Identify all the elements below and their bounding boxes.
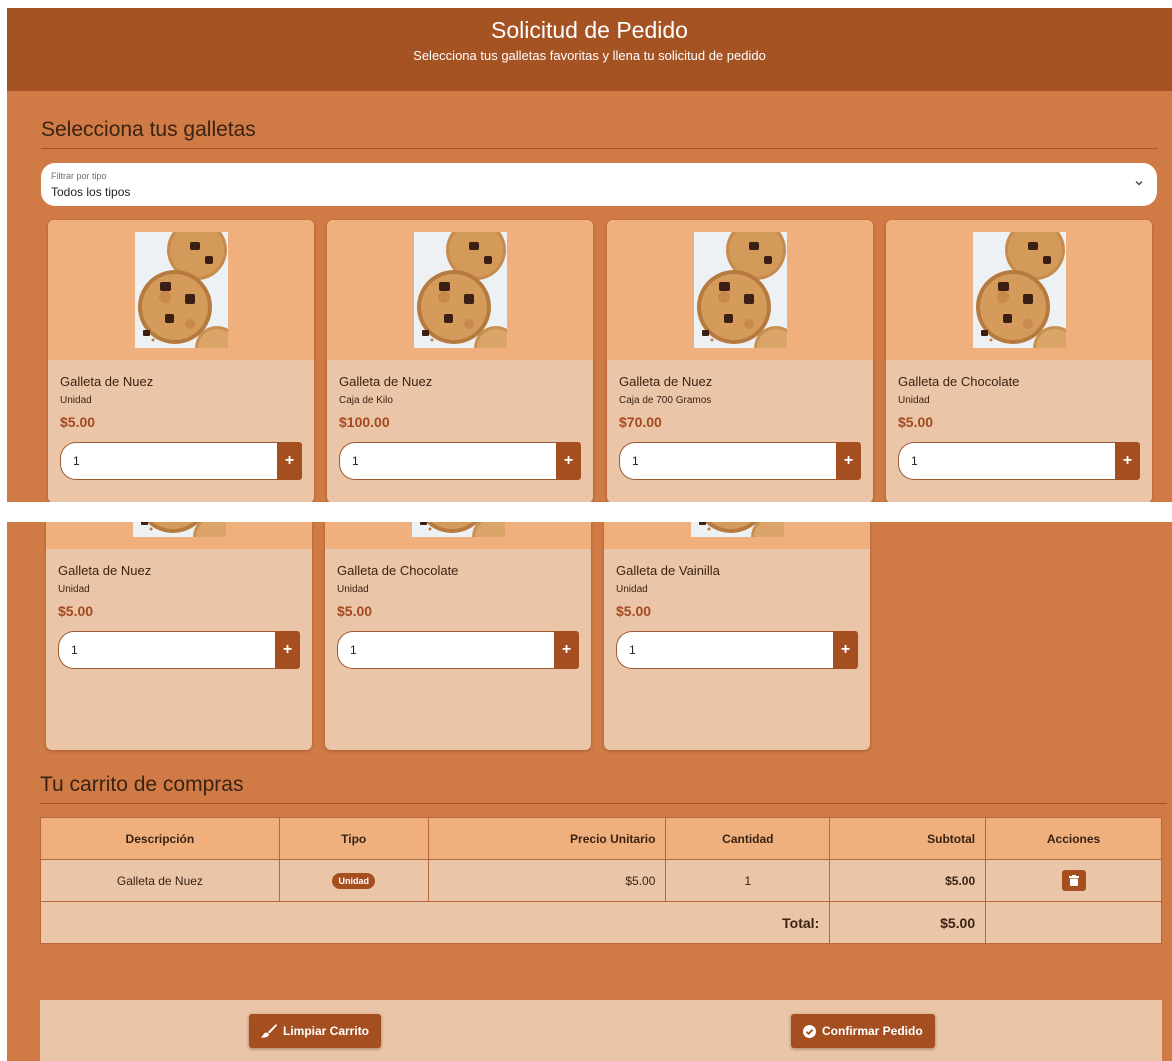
cell-tipo: Unidad — [278, 859, 429, 902]
product-image-area — [327, 220, 593, 360]
quantity-input[interactable]: 1 — [898, 442, 1116, 480]
total-value: $5.00 — [829, 901, 987, 944]
cell-subtotal: $5.00 — [829, 859, 987, 902]
cookie-image — [133, 522, 226, 537]
cell-descripcion: Galleta de Nuez — [40, 859, 280, 902]
product-image-area — [325, 522, 591, 549]
cart-table: Descripción Tipo Precio Unitario Cantida… — [39, 817, 1162, 944]
product-card: Galleta de Chocolate Unidad $5.00 1 + — [325, 522, 591, 750]
add-to-cart-button[interactable]: + — [554, 631, 579, 669]
product-card: Galleta de Nuez Caja de 700 Gramos $70.0… — [607, 220, 873, 502]
brush-icon — [261, 1024, 277, 1038]
page-subtitle: Selecciona tus galletas favoritas y llen… — [413, 48, 766, 63]
product-price: $100.00 — [339, 414, 390, 430]
cookie-image — [135, 232, 228, 348]
quantity-input[interactable]: 1 — [616, 631, 834, 669]
total-empty-cell — [985, 901, 1162, 944]
total-row: Total: $5.00 — [39, 901, 1162, 944]
product-image-area — [46, 522, 312, 549]
product-card: Galleta de Chocolate Unidad $5.00 1 + — [886, 220, 1152, 502]
product-image-area — [48, 220, 314, 360]
add-to-cart-button[interactable]: + — [275, 631, 300, 669]
product-image-area — [604, 522, 870, 549]
product-name: Galleta de Nuez — [619, 374, 713, 389]
add-to-cart-button[interactable]: + — [1115, 442, 1140, 480]
total-label: Total: — [39, 901, 831, 944]
column-header-tipo: Tipo — [278, 817, 429, 860]
column-header-descripcion: Descripción — [40, 817, 280, 860]
product-type: Unidad — [616, 584, 648, 595]
quantity-input[interactable]: 1 — [337, 631, 555, 669]
product-type: Unidad — [898, 395, 930, 406]
check-circle-icon — [803, 1024, 816, 1038]
section-title-carrito: Tu carrito de compras — [40, 773, 1167, 804]
product-price: $5.00 — [337, 603, 373, 619]
cell-precio: $5.00 — [427, 859, 667, 902]
cookie-image — [414, 232, 507, 348]
product-card: Galleta de Nuez Unidad $5.00 1 + — [46, 522, 312, 750]
product-name: Galleta de Vainilla — [616, 563, 720, 578]
product-price: $5.00 — [60, 414, 96, 430]
page-header: Solicitud de Pedido Selecciona tus galle… — [7, 8, 1172, 91]
product-image-area — [886, 220, 1152, 360]
product-name: Galleta de Chocolate — [337, 563, 459, 578]
cart-header-row: Descripción Tipo Precio Unitario Cantida… — [40, 817, 1162, 860]
cookie-image — [973, 232, 1066, 348]
page-bottom-panel: Galleta de Nuez Unidad $5.00 1 + Galleta… — [7, 522, 1172, 1061]
product-card: Galleta de Nuez Unidad $5.00 1 + — [48, 220, 314, 502]
clear-cart-label: Limpiar Carrito — [283, 1024, 370, 1038]
quantity-input[interactable]: 1 — [58, 631, 276, 669]
page-top-panel: Solicitud de Pedido Selecciona tus galle… — [7, 8, 1172, 502]
add-to-cart-button[interactable]: + — [836, 442, 861, 480]
confirm-order-button[interactable]: Confirmar Pedido — [791, 1014, 935, 1048]
product-card: Galleta de Vainilla Unidad $5.00 1 + — [604, 522, 870, 750]
column-header-precio: Precio Unitario — [427, 817, 667, 860]
quantity-input[interactable]: 1 — [60, 442, 278, 480]
product-name: Galleta de Nuez — [58, 563, 152, 578]
page-title: Solicitud de Pedido — [491, 17, 688, 43]
product-card: Galleta de Nuez Caja de Kilo $100.00 1 + — [327, 220, 593, 502]
quantity-input[interactable]: 1 — [619, 442, 837, 480]
product-name: Galleta de Chocolate — [898, 374, 1020, 389]
product-price: $5.00 — [898, 414, 934, 430]
product-type: Caja de Kilo — [339, 395, 393, 406]
cookie-image — [412, 522, 505, 537]
quantity-input[interactable]: 1 — [339, 442, 557, 480]
section-title-galletas: Selecciona tus galletas — [41, 118, 1158, 149]
add-to-cart-button[interactable]: + — [833, 631, 858, 669]
cell-acciones — [985, 859, 1162, 902]
add-to-cart-button[interactable]: + — [277, 442, 302, 480]
product-type: Unidad — [60, 395, 92, 406]
product-name: Galleta de Nuez — [339, 374, 433, 389]
chevron-down-icon — [1135, 181, 1143, 186]
product-price: $5.00 — [58, 603, 94, 619]
product-type: Unidad — [58, 584, 90, 595]
type-filter-select[interactable]: Filtrar por tipo Todos los tipos — [41, 163, 1157, 206]
product-type: Caja de 700 Gramos — [619, 395, 712, 406]
product-price: $70.00 — [619, 414, 662, 430]
trash-icon — [1068, 875, 1079, 886]
column-header-acciones: Acciones — [985, 817, 1162, 860]
table-row: Galleta de Nuez Unidad $5.00 1 $5.00 — [40, 859, 1162, 902]
cookie-image — [694, 232, 787, 348]
add-to-cart-button[interactable]: + — [556, 442, 581, 480]
product-type: Unidad — [337, 584, 369, 595]
remove-item-button[interactable] — [1061, 870, 1086, 891]
clear-cart-button[interactable]: Limpiar Carrito — [249, 1014, 382, 1048]
product-name: Galleta de Nuez — [60, 374, 154, 389]
cart-actions-bar: Limpiar Carrito Confirmar Pedido — [40, 1000, 1162, 1061]
filter-label: Filtrar por tipo — [51, 171, 107, 181]
type-badge: Unidad — [332, 872, 375, 889]
column-header-subtotal: Subtotal — [829, 817, 987, 860]
product-image-area — [607, 220, 873, 360]
column-header-cantidad: Cantidad — [665, 817, 831, 860]
product-price: $5.00 — [616, 603, 652, 619]
cell-cantidad: 1 — [665, 859, 831, 902]
cookie-image — [691, 522, 784, 537]
filter-value: Todos los tipos — [51, 185, 131, 199]
confirm-order-label: Confirmar Pedido — [822, 1024, 923, 1038]
